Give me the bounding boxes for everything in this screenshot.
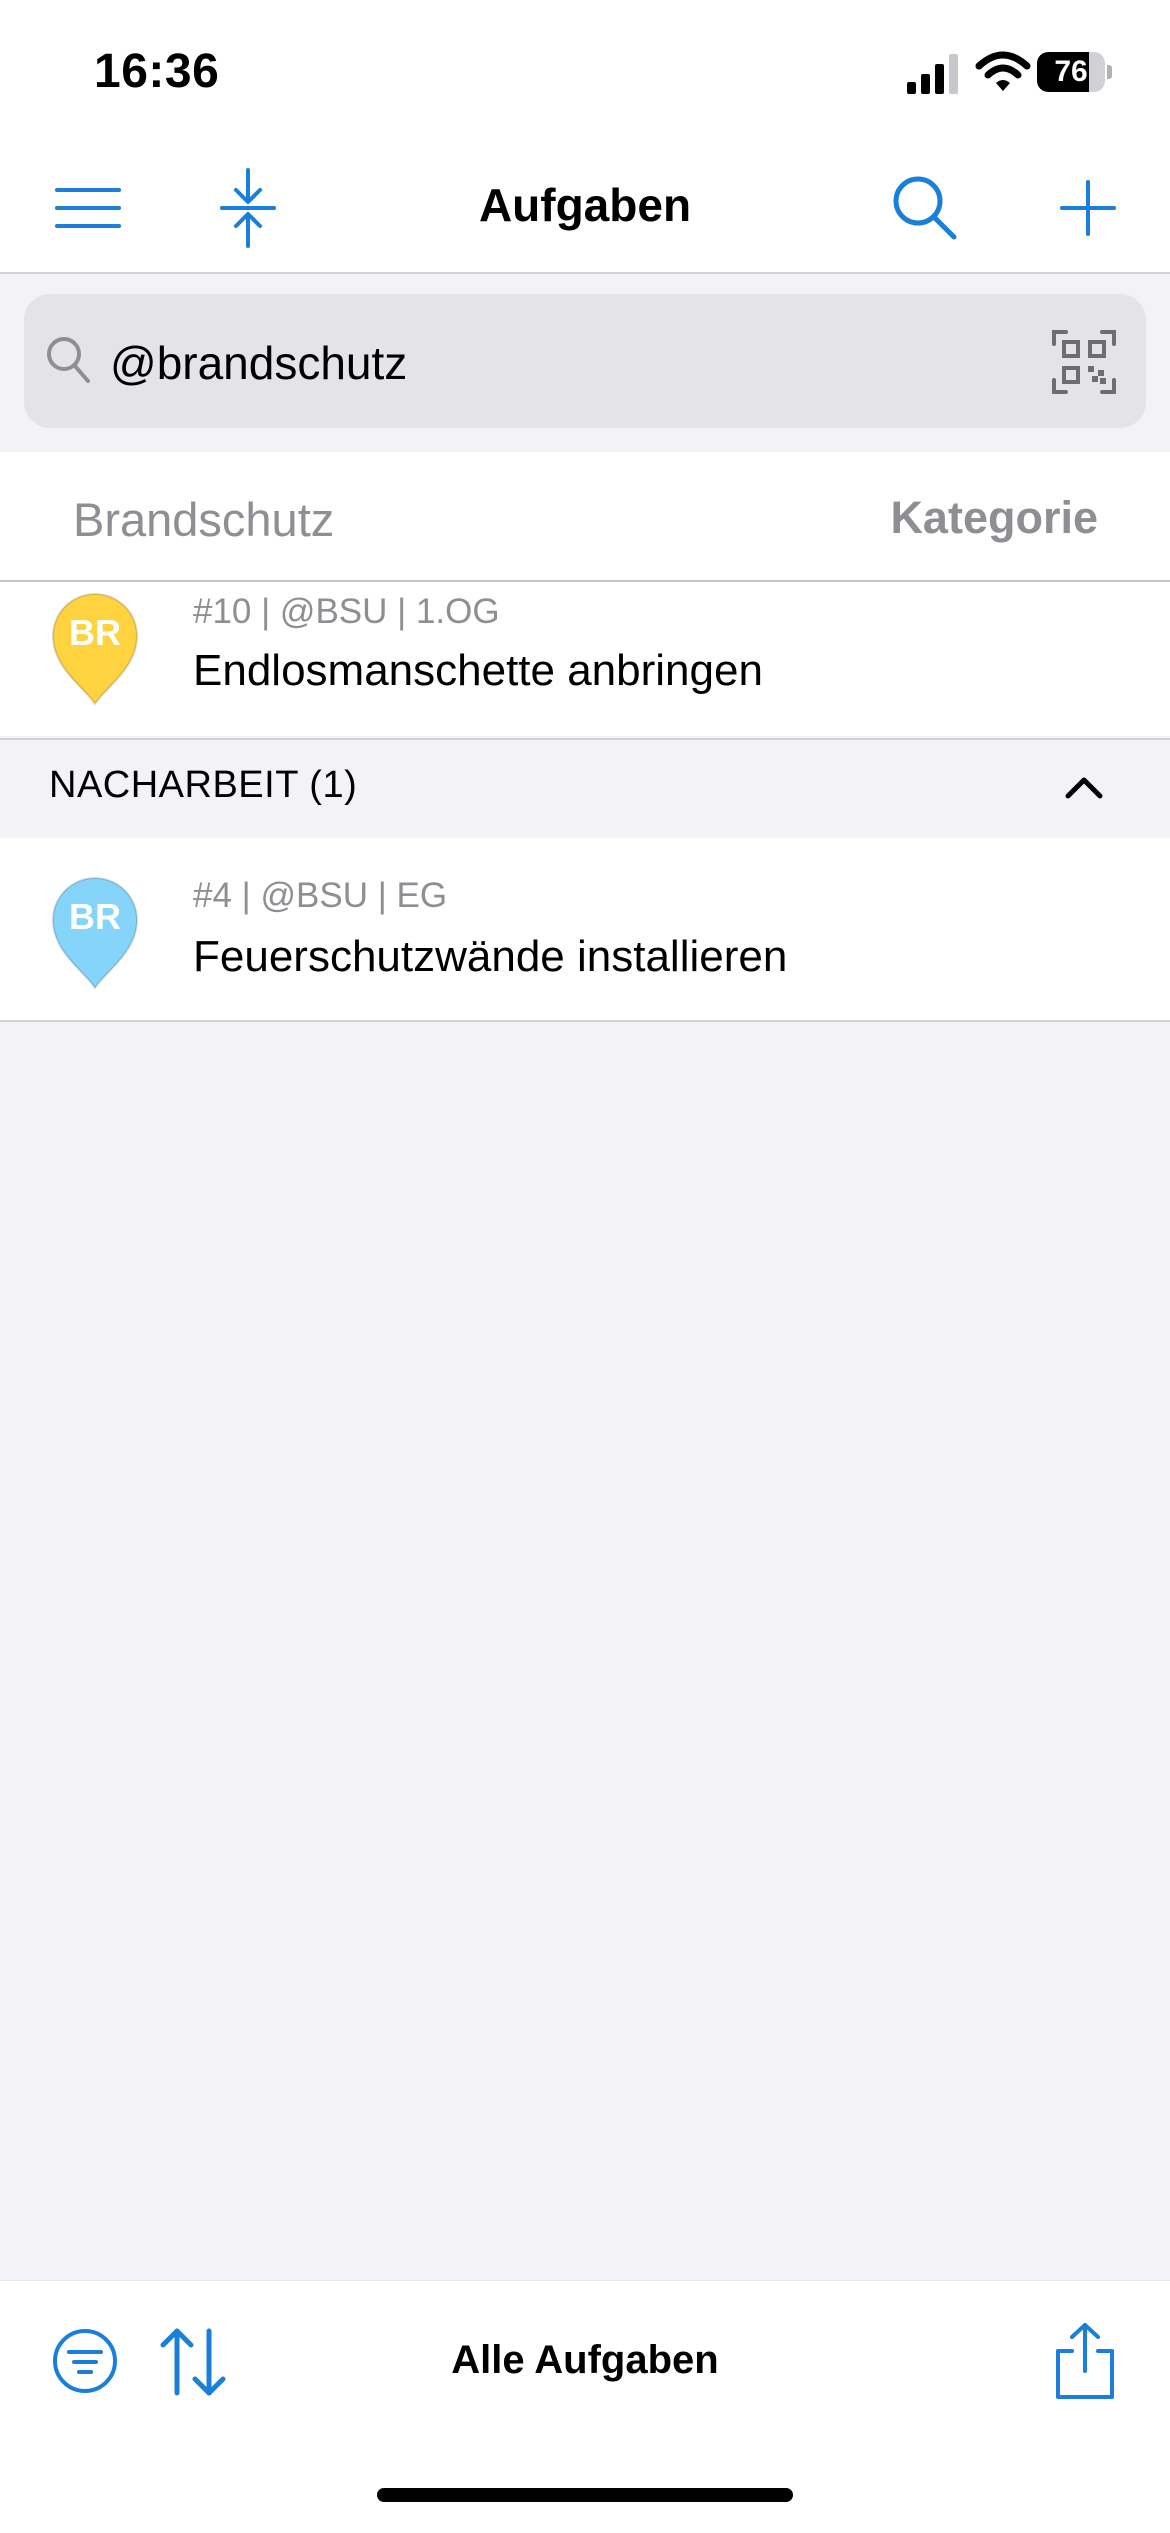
qr-scan-icon[interactable] [1052, 330, 1116, 394]
task-pin-label: BR [69, 896, 121, 937]
task-row[interactable] [0, 838, 1170, 1022]
battery-percentage: 76 [1054, 55, 1088, 88]
filter-button[interactable] [40, 2316, 130, 2406]
task-pin-icon: BR [47, 872, 143, 992]
collapse-all-button[interactable] [200, 160, 296, 256]
battery-icon: 76 [1037, 52, 1113, 92]
page-title: Aufgaben [478, 179, 692, 231]
task-title: Endlosmanschette anbringen [193, 646, 763, 695]
sort-icon [160, 2328, 226, 2396]
task-pin-icon: BR [47, 588, 143, 708]
sort-button[interactable] [148, 2316, 238, 2406]
task-title: Feuerschutzwände installieren [193, 932, 788, 981]
collapse-icon [220, 168, 276, 248]
share-button[interactable] [1040, 2316, 1130, 2406]
wifi-icon [975, 51, 1031, 91]
chevron-up-icon[interactable] [1060, 768, 1108, 804]
home-indicator [377, 2488, 793, 2502]
cellular-signal-icon [907, 54, 958, 94]
task-meta: #4 | @BSU | EG [193, 876, 448, 915]
search-input-value[interactable]: @brandschutz [110, 336, 407, 390]
filter-tag-label[interactable]: Brandschutz [73, 492, 334, 547]
toolbar-title: Alle Aufgaben [451, 2338, 719, 2382]
search-icon [893, 176, 957, 240]
filter-icon [53, 2329, 117, 2393]
status-time: 16:36 [94, 45, 220, 98]
search-button[interactable] [877, 160, 973, 256]
magnifier-icon [47, 337, 90, 383]
add-task-button[interactable] [1040, 160, 1136, 256]
menu-icon [55, 188, 121, 228]
section-label: NACHARBEIT (1) [49, 764, 358, 806]
share-icon [1056, 2323, 1114, 2399]
filter-category-button[interactable]: Kategorie [890, 492, 1098, 544]
task-pin-label: BR [69, 612, 121, 653]
task-meta: #10 | @BSU | 1.OG [193, 592, 500, 631]
plus-icon [1060, 180, 1116, 236]
menu-button[interactable] [40, 160, 136, 256]
